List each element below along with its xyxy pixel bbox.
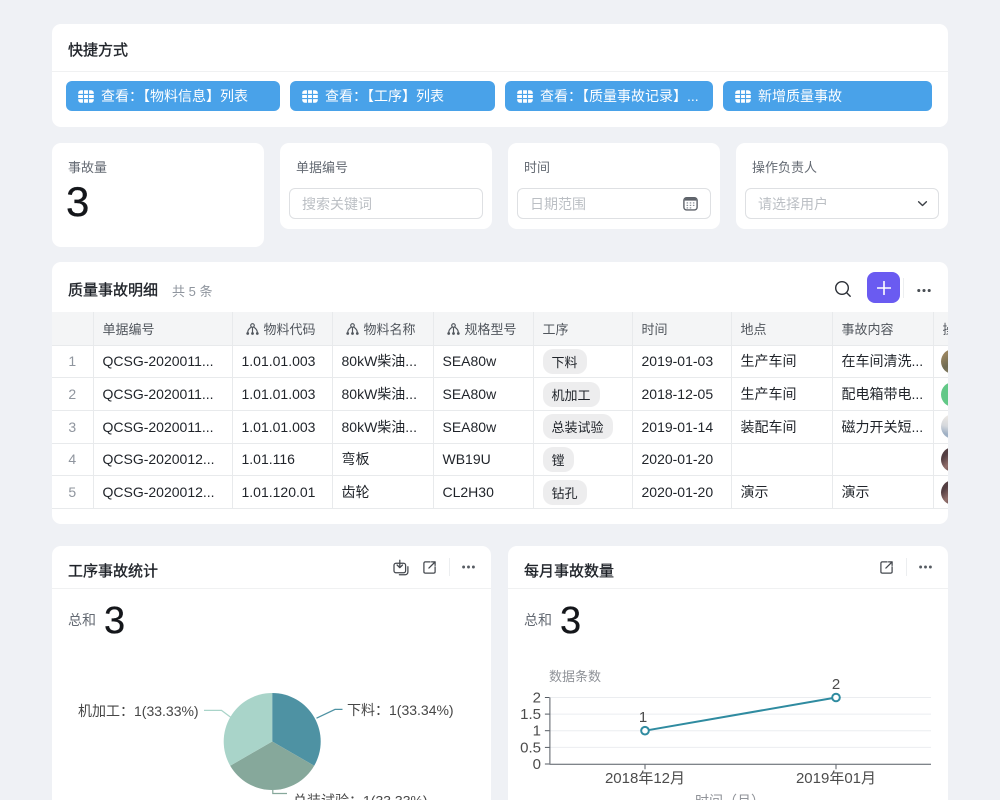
- svg-text:1.5: 1.5: [520, 706, 541, 723]
- svg-text:2: 2: [832, 676, 840, 693]
- svg-text:2: 2: [533, 690, 541, 707]
- svg-text:2019年01月: 2019年01月: [796, 770, 876, 787]
- svg-text:1: 1: [533, 723, 541, 740]
- svg-text:时间（月）: 时间（月）: [695, 793, 765, 800]
- svg-text:1: 1: [639, 709, 647, 726]
- svg-text:机加工：1(33.33%): 机加工：1(33.33%): [78, 703, 199, 719]
- svg-text:0.5: 0.5: [520, 739, 541, 756]
- svg-text:数据条数: 数据条数: [549, 669, 601, 684]
- svg-text:0: 0: [533, 756, 541, 773]
- svg-text:下料：1(33.34%): 下料：1(33.34%): [347, 702, 454, 718]
- svg-text:2018年12月: 2018年12月: [605, 770, 685, 787]
- svg-text:总装试验：1(33.33%): 总装试验：1(33.33%): [293, 793, 428, 800]
